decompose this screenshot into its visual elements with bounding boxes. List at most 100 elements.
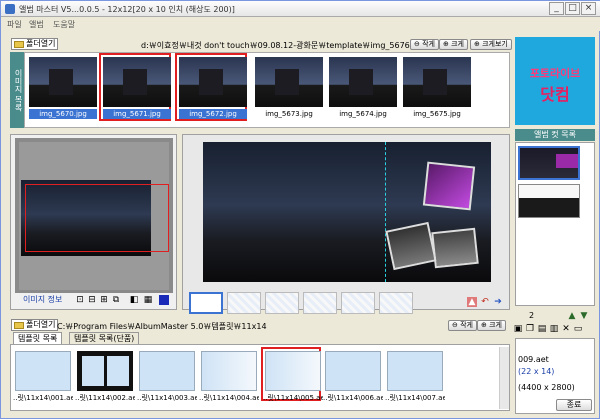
thumbnail-image — [403, 57, 471, 107]
grayscale-icon[interactable]: ◧ — [129, 295, 139, 305]
page-slot-2[interactable] — [227, 292, 261, 314]
template-item-001[interactable]: ..릿\11x14\001.aet — [13, 349, 73, 403]
minimize-button[interactable]: _ — [549, 2, 564, 15]
rotate-icon[interactable]: ⊞ — [99, 295, 109, 305]
large-view-label: 크게보기 — [482, 40, 508, 48]
album-spread[interactable] — [203, 142, 491, 282]
undo-icon[interactable]: ↶ — [480, 297, 490, 307]
template-larger-button[interactable]: ⊕ 크게 — [477, 320, 506, 331]
info-pixels: (4400 x 2800) — [518, 383, 575, 392]
ad-banner[interactable]: 포토라이브 닷컴 — [515, 37, 595, 125]
menu-file[interactable]: 파일 — [7, 19, 22, 30]
thumbnail-img-5673[interactable]: img_5673.jpg — [253, 55, 325, 123]
album-page-number: 2 — [529, 311, 535, 320]
thumbnail-img-5671[interactable]: img_5671.jpg — [99, 53, 171, 121]
image-list-side-tab[interactable]: 이미지 목록 — [10, 52, 24, 128]
info-filename: 009.aet — [518, 355, 549, 364]
info-panel: 009.aet (22 x 14) (4400 x 2800) 종료 — [515, 338, 595, 414]
album-cut-1[interactable] — [518, 146, 580, 180]
zoom-icon[interactable]: ⊟ — [87, 295, 97, 305]
thumbnail-image — [329, 57, 397, 107]
smaller-button[interactable]: ⊖ 작게 — [410, 39, 439, 50]
album-cut-1-overlay — [556, 154, 578, 168]
close-window-button[interactable]: × — [581, 2, 596, 15]
template-scrollbar[interactable] — [499, 347, 509, 409]
page-slot-4[interactable] — [303, 292, 337, 314]
larger-button[interactable]: ⊕ 크게 — [439, 39, 468, 50]
template-item-003[interactable]: ..릿\11x14\003.aet — [137, 349, 197, 403]
save-icon[interactable]: ▥ — [549, 324, 559, 334]
photo-frame-purple[interactable] — [422, 161, 476, 211]
exit-button[interactable]: 종료 — [556, 399, 592, 411]
page-slot-1[interactable] — [189, 292, 223, 314]
template-slot — [82, 356, 104, 386]
menu-help[interactable]: 도움말 — [53, 19, 75, 30]
template-preview — [201, 351, 257, 391]
template-tabbar: 템플릿 목록 템플릿 목록(단품) — [13, 332, 313, 344]
template-preview — [15, 351, 71, 391]
open-folder-button[interactable]: 폴더열기 — [11, 38, 59, 50]
template-thumbnail-list: ..릿\11x14\001.aet ..릿\11x14\002.aet ..릿\… — [10, 344, 510, 411]
window-icon[interactable]: ▭ — [573, 324, 583, 334]
template-smaller-button[interactable]: ⊖ 작게 — [448, 320, 477, 331]
thumbnail-label: img_5673.jpg — [265, 110, 313, 118]
smaller-label: 작게 — [422, 40, 435, 48]
larger-label: 크게 — [451, 40, 464, 48]
paste-icon[interactable]: ▤ — [537, 324, 547, 334]
tab-template-list-single[interactable]: 템플릿 목록(단품) — [69, 332, 140, 344]
thumbnail-label: img_5672.jpg — [179, 109, 247, 119]
album-cut-2[interactable] — [518, 184, 580, 218]
fit-icon[interactable]: ⊡ — [75, 295, 85, 305]
page-slot-5[interactable] — [341, 292, 375, 314]
thumbnail-label: img_5670.jpg — [29, 109, 97, 119]
template-item-005[interactable]: ..릿\11x14\005.aet — [261, 347, 323, 402]
info-size: (22 x 14) — [518, 367, 555, 376]
arrow-down-icon[interactable]: ▼ — [579, 311, 589, 321]
photo-frame-left[interactable] — [385, 221, 437, 271]
template-open-folder-button[interactable]: 폴더열기 — [11, 319, 59, 331]
thumbnail-image — [255, 57, 323, 107]
thumbnail-img-5674[interactable]: img_5674.jpg — [327, 55, 399, 123]
app-icon — [5, 4, 15, 14]
thumbnail-label: img_5674.jpg — [339, 110, 387, 118]
template-label: ..릿\11x14\006.aet — [323, 394, 383, 402]
template-label: ..릿\11x14\007.aet — [385, 394, 445, 402]
image-edit-icon[interactable]: ▲ — [467, 297, 477, 307]
arrow-up-icon[interactable]: ▲ — [567, 311, 577, 321]
thumbnail-label: img_5675.jpg — [413, 110, 461, 118]
page-slot-6[interactable] — [379, 292, 413, 314]
window-title: 앨범 마스터 V5...0.0.5 - 12x12[20 x 10 인치 (해상… — [19, 5, 235, 14]
image-info-label[interactable]: 이미지 정보 — [23, 294, 62, 305]
thumbnail-img-5670[interactable]: img_5670.jpg — [27, 55, 99, 123]
template-item-006[interactable]: ..릿\11x14\006.aet — [323, 349, 383, 403]
template-item-007[interactable]: ..릿\11x14\007.aet — [385, 349, 445, 403]
add-icon[interactable]: ▣ — [513, 324, 523, 334]
flip-icon[interactable]: ⧉ — [111, 295, 121, 305]
spread-center-line — [385, 142, 386, 282]
thumbnail-label: img_5671.jpg — [103, 109, 171, 119]
next-icon[interactable]: ➔ — [493, 297, 503, 307]
album-cut-list — [515, 142, 595, 306]
page-slot-3[interactable] — [265, 292, 299, 314]
thumbnail-img-5672[interactable]: img_5672.jpg — [175, 53, 247, 121]
maximize-button[interactable]: □ — [565, 2, 580, 15]
large-view-button[interactable]: ⊕ 크게보기 — [470, 39, 512, 50]
template-item-002[interactable]: ..릿\11x14\002.aet — [75, 349, 135, 403]
photo-frame-right[interactable] — [431, 227, 479, 269]
thumbnail-img-5675[interactable]: img_5675.jpg — [401, 55, 473, 123]
template-item-004[interactable]: ..릿\11x14\004.aet — [199, 349, 259, 403]
image-thumbnail-strip: img_5670.jpg img_5671.jpg img_5672.jpg i… — [24, 52, 510, 128]
template-preview — [325, 351, 381, 391]
template-preview — [265, 351, 321, 391]
menu-album[interactable]: 앨범 — [29, 19, 44, 30]
app-window: 앨범 마스터 V5...0.0.5 - 12x12[20 x 10 인치 (해상… — [0, 0, 600, 419]
layer-icon[interactable]: ▦ — [143, 295, 153, 305]
close-icon[interactable]: ✕ — [561, 324, 571, 334]
color-swatch-icon[interactable] — [159, 295, 169, 305]
thumbnail-image — [179, 57, 247, 107]
crop-rectangle[interactable] — [25, 184, 169, 252]
copy-icon[interactable]: ❐ — [525, 324, 535, 334]
template-label: ..릿\11x14\002.aet — [75, 394, 135, 402]
tab-template-list[interactable]: 템플릿 목록 — [13, 332, 63, 344]
template-preview — [387, 351, 443, 391]
